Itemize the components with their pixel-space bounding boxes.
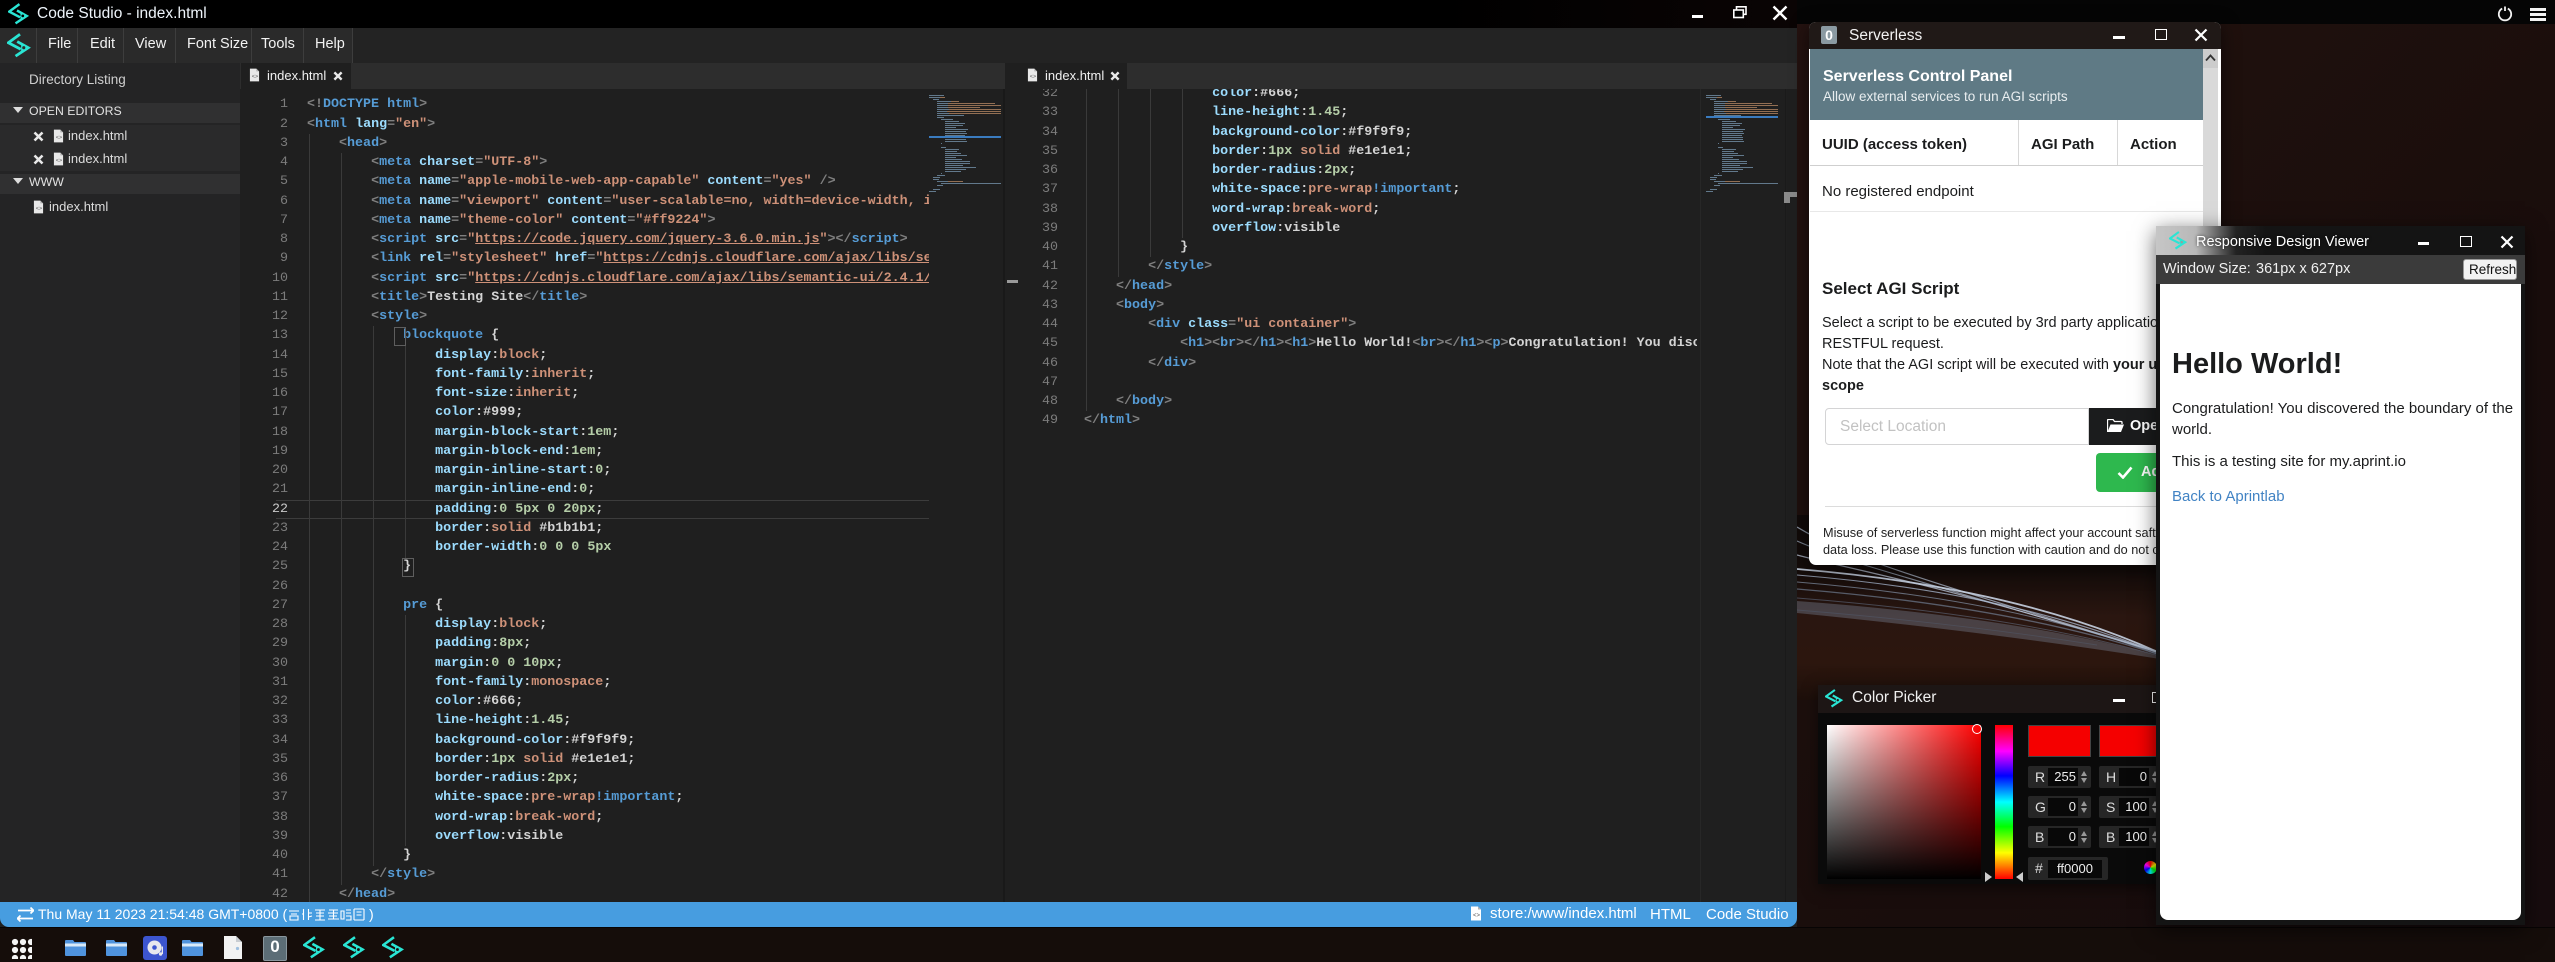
svg-text:<>: <> [36, 206, 42, 212]
svg-text:<>: <> [1030, 74, 1036, 80]
svg-text:<>: <> [1473, 913, 1481, 919]
svg-text:<>: <> [56, 135, 62, 141]
svg-text:<>: <> [252, 74, 258, 80]
svg-text:<>: <> [56, 158, 62, 164]
